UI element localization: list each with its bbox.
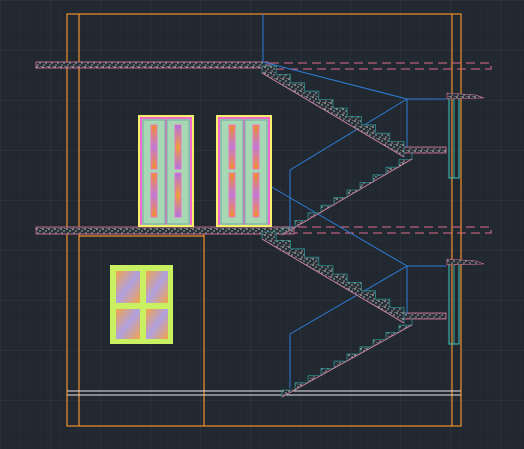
left-door: [138, 115, 194, 227]
upper-landing: [401, 146, 447, 154]
lower-landing: [401, 312, 447, 320]
window: [110, 265, 173, 344]
cad-drawing: [0, 0, 524, 449]
middle-slab: [35, 226, 295, 235]
upper-slab: [35, 61, 269, 69]
right-door: [216, 115, 272, 227]
